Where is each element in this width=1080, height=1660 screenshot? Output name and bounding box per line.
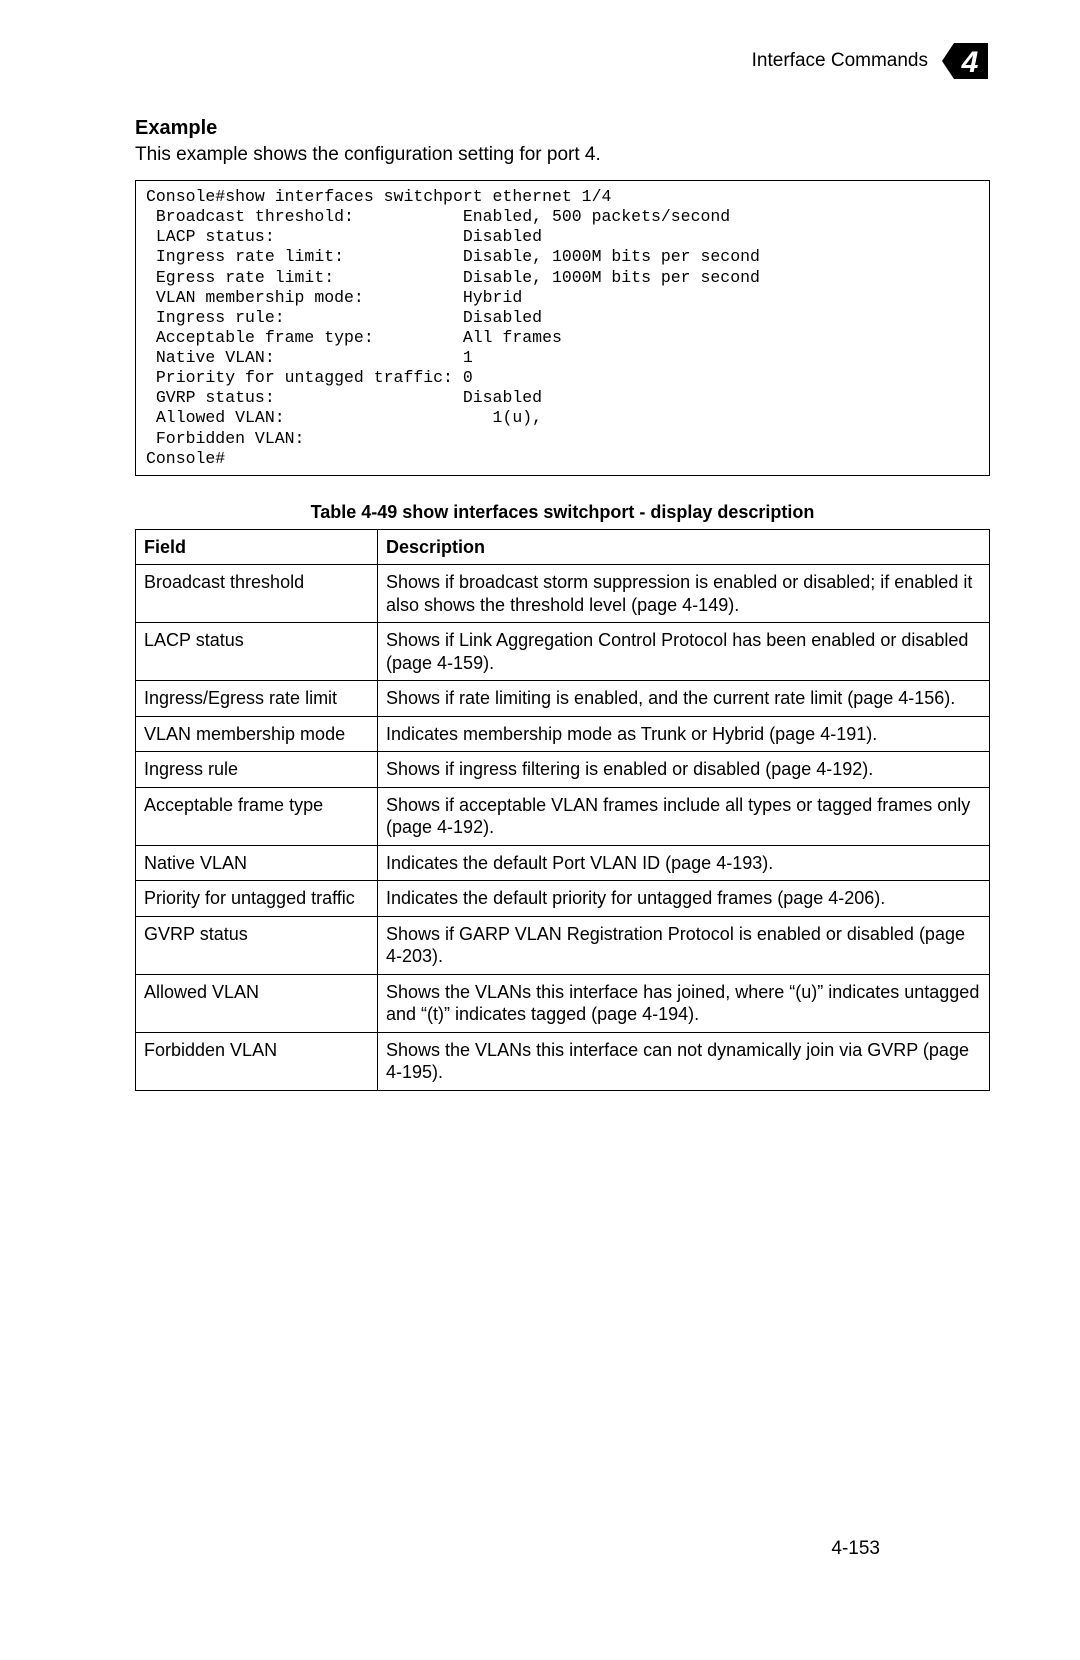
- table-cell-field: Ingress/Egress rate limit: [136, 681, 378, 717]
- table-cell-field: VLAN membership mode: [136, 716, 378, 752]
- table-cell-description: Shows if rate limiting is enabled, and t…: [378, 681, 990, 717]
- table-row: Acceptable frame type Shows if acceptabl…: [136, 787, 990, 845]
- table-row: Ingress rule Shows if ingress filtering …: [136, 752, 990, 788]
- table-cell-field: Allowed VLAN: [136, 974, 378, 1032]
- page-header: Interface Commands 4: [135, 40, 990, 82]
- table-cell-field: Forbidden VLAN: [136, 1032, 378, 1090]
- table-cell-field: Priority for untagged traffic: [136, 881, 378, 917]
- table-row: Allowed VLAN Shows the VLANs this interf…: [136, 974, 990, 1032]
- table-caption: Table 4-49 show interfaces switchport - …: [135, 502, 990, 523]
- chapter-number-icon: 4: [940, 40, 990, 82]
- table-cell-field: Broadcast threshold: [136, 565, 378, 623]
- table-cell-description: Shows the VLANs this interface can not d…: [378, 1032, 990, 1090]
- table-header-description: Description: [378, 529, 990, 565]
- table-row: Native VLAN Indicates the default Port V…: [136, 845, 990, 881]
- table-cell-description: Shows if GARP VLAN Registration Protocol…: [378, 916, 990, 974]
- table-cell-description: Indicates membership mode as Trunk or Hy…: [378, 716, 990, 752]
- table-cell-description: Shows if ingress filtering is enabled or…: [378, 752, 990, 788]
- table-cell-description: Shows the VLANs this interface has joine…: [378, 974, 990, 1032]
- table-cell-field: Ingress rule: [136, 752, 378, 788]
- table-cell-description: Indicates the default priority for untag…: [378, 881, 990, 917]
- table-row: Forbidden VLAN Shows the VLANs this inte…: [136, 1032, 990, 1090]
- section-heading: Example: [135, 117, 990, 140]
- table-cell-description: Shows if Link Aggregation Control Protoc…: [378, 623, 990, 681]
- table-row: Ingress/Egress rate limit Shows if rate …: [136, 681, 990, 717]
- table-header-row: Field Description: [136, 529, 990, 565]
- table-cell-description: Shows if acceptable VLAN frames include …: [378, 787, 990, 845]
- console-output: Console#show interfaces switchport ether…: [135, 180, 990, 476]
- table-header-field: Field: [136, 529, 378, 565]
- table-row: Broadcast threshold Shows if broadcast s…: [136, 565, 990, 623]
- description-table: Field Description Broadcast threshold Sh…: [135, 529, 990, 1091]
- table-cell-description: Shows if broadcast storm suppression is …: [378, 565, 990, 623]
- table-cell-field: Acceptable frame type: [136, 787, 378, 845]
- table-cell-field: Native VLAN: [136, 845, 378, 881]
- table-cell-field: LACP status: [136, 623, 378, 681]
- page-number: 4-153: [831, 1538, 880, 1560]
- table-row: VLAN membership mode Indicates membershi…: [136, 716, 990, 752]
- header-title: Interface Commands: [752, 50, 928, 72]
- table-cell-description: Indicates the default Port VLAN ID (page…: [378, 845, 990, 881]
- table-row: LACP status Shows if Link Aggregation Co…: [136, 623, 990, 681]
- section-intro: This example shows the configuration set…: [135, 144, 990, 166]
- table-row: Priority for untagged traffic Indicates …: [136, 881, 990, 917]
- table-row: GVRP status Shows if GARP VLAN Registrat…: [136, 916, 990, 974]
- table-cell-field: GVRP status: [136, 916, 378, 974]
- svg-text:4: 4: [961, 46, 979, 79]
